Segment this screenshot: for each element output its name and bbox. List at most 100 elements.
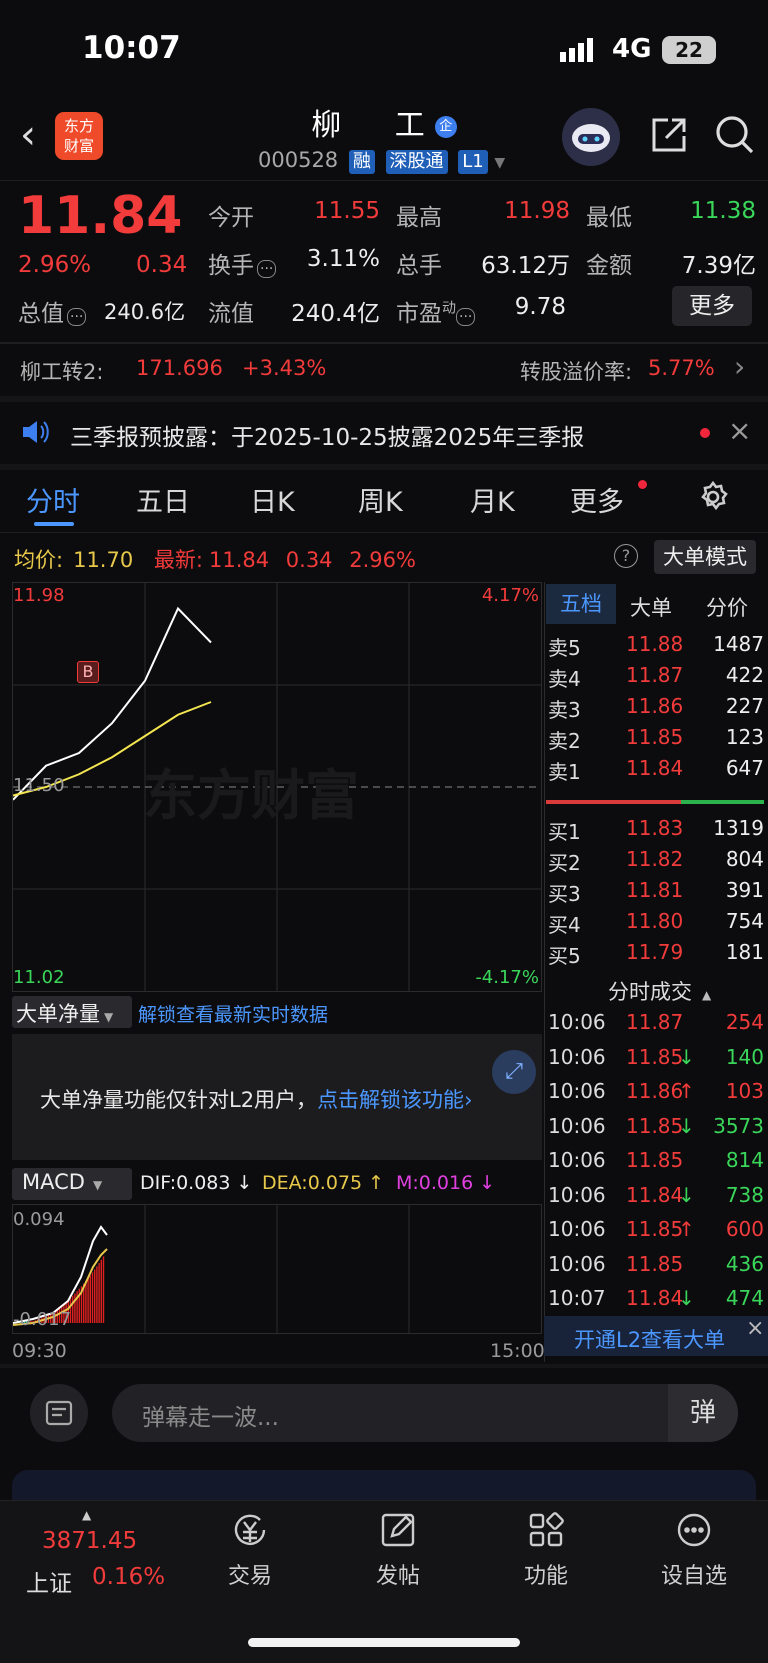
trade-time: 10:06	[548, 1217, 606, 1241]
time-start: 09:30	[12, 1340, 67, 1362]
share-icon[interactable]	[648, 114, 690, 160]
macd-select[interactable]: MACD ▼	[12, 1168, 132, 1200]
buy-marker: B	[77, 661, 99, 683]
more-button[interactable]: 更多	[672, 286, 752, 326]
dadan-select[interactable]: 大单净量 ▼	[12, 996, 132, 1028]
trade-row: 10:06 11.85 ↓ 3573	[548, 1110, 764, 1144]
nav-function[interactable]: 功能	[496, 1500, 596, 1590]
ob-volume: 123	[725, 725, 764, 749]
trade-volume: 600	[725, 1217, 764, 1241]
ob-price: 11.88	[626, 632, 684, 656]
ob-level: 买3	[548, 882, 581, 906]
ob-level: 买4	[548, 913, 581, 937]
float-cap-label: 流值	[208, 301, 254, 327]
open-value: 11.55	[314, 198, 380, 224]
avg-label: 均价:	[14, 548, 64, 572]
latest-chg: 0.34	[285, 548, 333, 572]
notice-bar[interactable]: 三季报预披露：于2025-10-25披露2025年三季报 ×	[0, 402, 768, 464]
total-cap-label: 总值 ···	[18, 294, 87, 328]
convertible-row[interactable]: 柳工转2: 171.696 +3.43% 转股溢价率: 5.77% ›	[0, 344, 768, 394]
axis-high-pct: 4.17%	[481, 585, 539, 606]
pe-value: 9.78	[514, 294, 566, 320]
trade-time: 10:06	[548, 1044, 606, 1069]
robot-avatar[interactable]	[562, 108, 620, 166]
dadan-unlock-cta[interactable]: 点击解锁该功能	[317, 1088, 464, 1112]
trade-icon	[230, 1510, 270, 1550]
status-bar: 10:07 4G 22	[0, 0, 768, 90]
macd-bar	[98, 1263, 100, 1323]
settings-gear-icon[interactable]	[696, 480, 730, 518]
l2-banner[interactable]: 开通L2查看大单 ×	[544, 1316, 768, 1356]
chart-info-row: 均价: 11.70 最新: 11.84 0.34 2.96%	[14, 544, 416, 574]
nav-post[interactable]: 发帖	[348, 1500, 448, 1590]
help-icon[interactable]: ?	[614, 544, 638, 568]
home-indicator	[248, 1638, 520, 1647]
nav-add-watch[interactable]: 设自选	[644, 1500, 744, 1590]
chevron-right-icon: ›	[734, 350, 746, 383]
l2-close-icon[interactable]: ×	[746, 1316, 764, 1341]
ob-level: 卖4	[548, 667, 581, 691]
danmu-list-icon[interactable]	[30, 1384, 88, 1442]
dadan-mode-button[interactable]: 大单模式	[654, 540, 756, 574]
trade-price: 11.84	[626, 1182, 684, 1207]
trade-price: 11.86	[626, 1079, 684, 1103]
edit-icon	[378, 1510, 418, 1550]
high-value: 11.98	[504, 198, 570, 224]
axis-low: 11.02	[13, 967, 65, 988]
ob-tab-5dang[interactable]: 五档	[546, 584, 616, 624]
tab-monthk[interactable]: 月K	[470, 480, 515, 519]
tab-5day[interactable]: 五日	[136, 480, 190, 519]
tab-fenshi[interactable]: 分时	[26, 480, 80, 519]
axis-mid: 11.50	[13, 775, 65, 796]
bid-row: 买1 11.83 1319	[548, 812, 764, 844]
qi-badge: 企	[434, 115, 457, 138]
trade-volume: 254	[725, 1010, 764, 1034]
ob-tab-fenjia[interactable]: 分价	[706, 592, 748, 622]
trade-time: 10:06	[548, 1148, 606, 1172]
l2-banner-text: 开通L2查看大单	[574, 1328, 726, 1352]
current-price: 11.84	[18, 186, 183, 246]
trades-title: 分时成交 ▲	[608, 980, 712, 1004]
trade-volume: 103	[725, 1079, 764, 1103]
tab-more[interactable]: 更多	[570, 480, 624, 519]
trade-volume: 140	[725, 1044, 764, 1069]
notice-dot	[700, 428, 710, 438]
expand-icon[interactable]: ⤢	[492, 1050, 536, 1094]
trade-time: 10:06	[548, 1113, 606, 1138]
trade-price: 11.85	[626, 1148, 684, 1172]
trade-volume: 738	[725, 1182, 764, 1207]
tab-weekk[interactable]: 周K	[358, 480, 403, 519]
cb-pct: +3.43%	[242, 356, 327, 380]
ob-level: 买1	[548, 820, 581, 844]
tab-dayk[interactable]: 日K	[250, 480, 295, 519]
trade-price: 11.87	[626, 1010, 684, 1034]
hidden-banner	[12, 1470, 756, 1500]
index-up-arrow: ▲	[82, 1508, 92, 1522]
bid-row: 买2 11.82 804	[548, 843, 764, 875]
index-pct: 0.16%	[92, 1564, 166, 1590]
search-icon[interactable]	[714, 114, 756, 160]
ob-tab-dadan[interactable]: 大单	[630, 592, 672, 622]
latest-value: 11.84	[208, 548, 270, 572]
dadan-unlock-link[interactable]: 解锁查看最新实时数据	[138, 1000, 328, 1027]
danmu-toggle-icon[interactable]: 弹	[668, 1384, 738, 1442]
turnover-label: 换手 ···	[208, 246, 277, 280]
price-chart[interactable]: 11.98 4.17% 11.50 11.02 -4.17% 东方财富 B	[12, 582, 542, 992]
trade-price: 11.85	[626, 1217, 684, 1241]
nav-trade[interactable]: 交易	[200, 1500, 300, 1590]
ob-volume: 181	[725, 940, 764, 964]
total-cap-value: 240.6亿	[104, 300, 186, 324]
close-icon[interactable]: ×	[728, 414, 751, 447]
index-widget[interactable]: ▲ 3871.45 上证 0.16%	[20, 1508, 170, 1608]
index-name: 上证	[26, 1571, 72, 1597]
danmu-input[interactable]: 弹幕走一波... 弹	[112, 1384, 738, 1442]
trade-arrow: ↓	[678, 1044, 695, 1069]
ob-volume: 422	[725, 663, 764, 687]
ob-price: 11.86	[626, 694, 684, 718]
low-label: 最低	[586, 205, 632, 231]
dropdown-icon[interactable]: ▼	[494, 155, 505, 171]
nav-function-label: 功能	[523, 1564, 568, 1589]
latest-pct: 2.96%	[349, 548, 416, 572]
trade-time: 10:06	[548, 1182, 606, 1207]
low-value: 11.38	[690, 198, 756, 224]
